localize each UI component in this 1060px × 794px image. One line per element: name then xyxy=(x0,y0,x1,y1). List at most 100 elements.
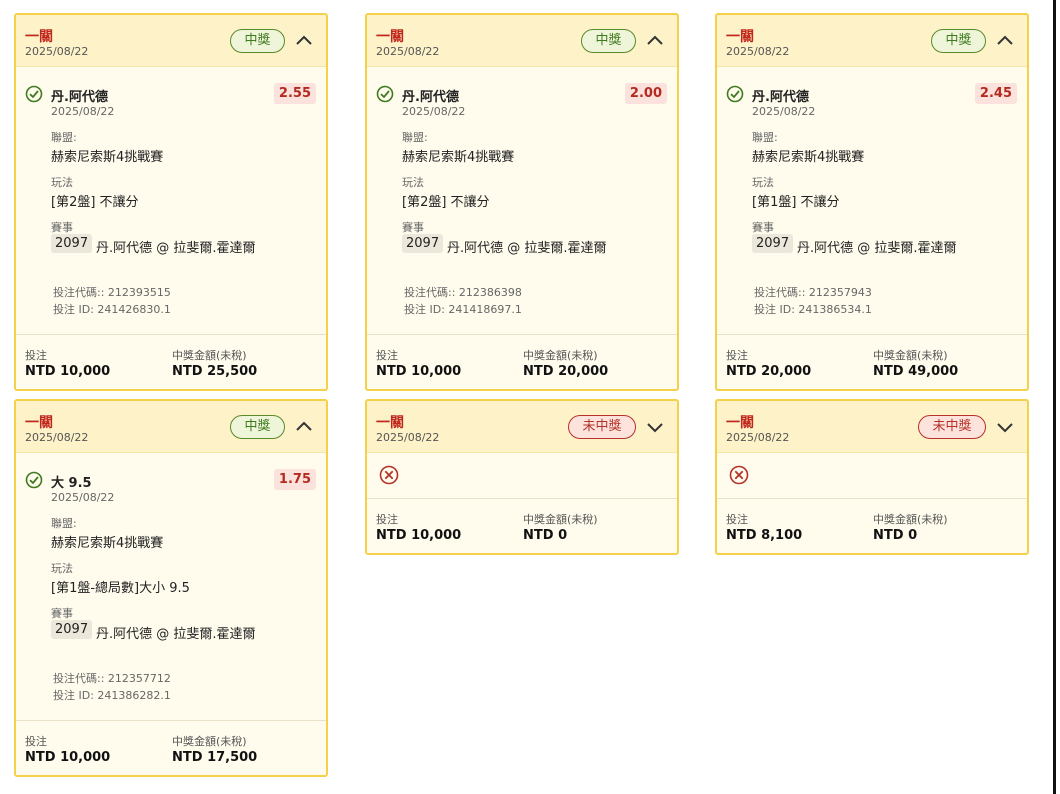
bet-id: 投注 ID: 241386282.1 xyxy=(53,689,171,702)
card-header[interactable]: 一關 2025/08/22 中獎 xyxy=(367,15,677,67)
event-label: 賽事 xyxy=(51,221,73,234)
payout-value: NTD 17,500 xyxy=(172,750,258,765)
payout-value: NTD 20,000 xyxy=(523,364,609,379)
play-value: [第2盤] 不讓分 xyxy=(51,195,139,210)
payout-label: 中獎金額(未稅) xyxy=(523,349,598,362)
payout-label: 中獎金額(未稅) xyxy=(873,349,948,362)
league-value: 赫索尼索斯4挑戰賽 xyxy=(752,150,865,165)
x-circle-icon xyxy=(729,465,749,485)
selection-name: 丹.阿代德 xyxy=(402,90,459,105)
bet-card: 一關 2025/08/22 未中獎 投注 NTD 8,100 中獎金額(未稅) … xyxy=(715,399,1029,555)
stake-value: NTD 20,000 xyxy=(726,364,812,379)
event-name: 丹.阿代德 @ 拉斐爾.霍達爾 xyxy=(447,241,607,256)
card-footer: 投注 NTD 10,000 中獎金額(未稅) NTD 20,000 xyxy=(367,334,677,389)
selection-date: 2025/08/22 xyxy=(51,491,115,504)
bet-date: 2025/08/22 xyxy=(726,45,790,58)
status-badge: 中獎 xyxy=(230,29,285,53)
check-circle-icon xyxy=(25,85,43,103)
card-header[interactable]: 一關 2025/08/22 未中獎 xyxy=(367,401,677,453)
bet-code: 投注代碼:: 212357712 xyxy=(53,672,171,685)
bet-code: 投注代碼:: 212393515 xyxy=(53,286,171,299)
status-badge: 中獎 xyxy=(581,29,636,53)
chevron-down-icon[interactable] xyxy=(995,417,1015,437)
bet-card: 一關 2025/08/22 中獎 丹.阿代德 2025/08/22 2.00 聯… xyxy=(365,13,679,391)
stake-label: 投注 xyxy=(376,513,398,526)
bet-card: 一關 2025/08/22 中獎 丹.阿代德 2025/08/22 2.55 聯… xyxy=(14,13,328,391)
chevron-down-icon[interactable] xyxy=(645,417,665,437)
payout-label: 中獎金額(未稅) xyxy=(172,349,247,362)
play-value: [第1盤] 不讓分 xyxy=(752,195,840,210)
card-footer: 投注 NTD 10,000 中獎金額(未稅) NTD 25,500 xyxy=(16,334,326,389)
bet-date: 2025/08/22 xyxy=(25,45,89,58)
chevron-up-icon[interactable] xyxy=(294,31,314,51)
event-code: 2097 xyxy=(51,620,93,639)
card-footer: 投注 NTD 8,100 中獎金額(未稅) NTD 0 xyxy=(717,498,1027,553)
parlay-type: 一關 xyxy=(25,29,53,45)
play-value: [第1盤-總局數]大小 9.5 xyxy=(51,581,190,596)
card-footer: 投注 NTD 10,000 中獎金額(未稅) NTD 17,500 xyxy=(16,720,326,775)
event-label: 賽事 xyxy=(51,607,73,620)
bet-card: 一關 2025/08/22 未中獎 投注 NTD 10,000 中獎金額(未稅)… xyxy=(365,399,679,555)
odds-badge: 2.45 xyxy=(974,83,1017,104)
stake-value: NTD 10,000 xyxy=(25,364,111,379)
play-label: 玩法 xyxy=(51,562,73,575)
odds-badge: 2.55 xyxy=(273,83,316,104)
status-badge: 未中獎 xyxy=(918,415,986,439)
league-label: 聯盟: xyxy=(752,131,778,144)
stake-value: NTD 10,000 xyxy=(376,364,462,379)
status-badge: 中獎 xyxy=(931,29,986,53)
stake-value: NTD 10,000 xyxy=(25,750,111,765)
league-label: 聯盟: xyxy=(402,131,428,144)
selection-name: 丹.阿代德 xyxy=(51,90,108,105)
status-badge: 未中獎 xyxy=(568,415,636,439)
selection-date: 2025/08/22 xyxy=(752,105,816,118)
bet-date: 2025/08/22 xyxy=(376,45,440,58)
payout-value: NTD 49,000 xyxy=(873,364,959,379)
card-header[interactable]: 一關 2025/08/22 中獎 xyxy=(717,15,1027,67)
odds-badge: 1.75 xyxy=(273,469,316,490)
bet-card: 一關 2025/08/22 中獎 丹.阿代德 2025/08/22 2.45 聯… xyxy=(715,13,1029,391)
bet-date: 2025/08/22 xyxy=(376,431,440,444)
selection-date: 2025/08/22 xyxy=(402,105,466,118)
play-label: 玩法 xyxy=(752,176,774,189)
stake-value: NTD 8,100 xyxy=(726,528,803,543)
payout-value: NTD 25,500 xyxy=(172,364,258,379)
status-badge: 中獎 xyxy=(230,415,285,439)
selection-name: 大 9.5 xyxy=(51,476,92,491)
x-circle-icon xyxy=(379,465,399,485)
stake-label: 投注 xyxy=(376,349,398,362)
selection-date: 2025/08/22 xyxy=(51,105,115,118)
stake-label: 投注 xyxy=(726,513,748,526)
stake-value: NTD 10,000 xyxy=(376,528,462,543)
stake-label: 投注 xyxy=(25,735,47,748)
event-code: 2097 xyxy=(51,234,93,253)
chevron-up-icon[interactable] xyxy=(294,417,314,437)
bet-date: 2025/08/22 xyxy=(25,431,89,444)
chevron-up-icon[interactable] xyxy=(995,31,1015,51)
parlay-type: 一關 xyxy=(726,415,754,431)
event-label: 賽事 xyxy=(752,221,774,234)
card-header[interactable]: 一關 2025/08/22 未中獎 xyxy=(717,401,1027,453)
card-footer: 投注 NTD 10,000 中獎金額(未稅) NTD 0 xyxy=(367,498,677,553)
league-value: 赫索尼索斯4挑戰賽 xyxy=(51,536,164,551)
chevron-up-icon[interactable] xyxy=(645,31,665,51)
parlay-type: 一關 xyxy=(25,415,53,431)
card-header[interactable]: 一關 2025/08/22 中獎 xyxy=(16,15,326,67)
payout-label: 中獎金額(未稅) xyxy=(172,735,247,748)
selection-name: 丹.阿代德 xyxy=(752,90,809,105)
league-label: 聯盟: xyxy=(51,131,77,144)
parlay-type: 一關 xyxy=(376,29,404,45)
payout-value: NTD 0 xyxy=(523,528,568,543)
play-label: 玩法 xyxy=(51,176,73,189)
league-value: 赫索尼索斯4挑戰賽 xyxy=(51,150,164,165)
parlay-type: 一關 xyxy=(376,415,404,431)
bet-id: 投注 ID: 241426830.1 xyxy=(53,303,171,316)
parlay-type: 一關 xyxy=(726,29,754,45)
card-footer: 投注 NTD 20,000 中獎金額(未稅) NTD 49,000 xyxy=(717,334,1027,389)
event-code: 2097 xyxy=(402,234,444,253)
bet-id: 投注 ID: 241386534.1 xyxy=(754,303,872,316)
bet-id: 投注 ID: 241418697.1 xyxy=(404,303,522,316)
card-header[interactable]: 一關 2025/08/22 中獎 xyxy=(16,401,326,453)
bet-date: 2025/08/22 xyxy=(726,431,790,444)
bet-code: 投注代碼:: 212357943 xyxy=(754,286,872,299)
